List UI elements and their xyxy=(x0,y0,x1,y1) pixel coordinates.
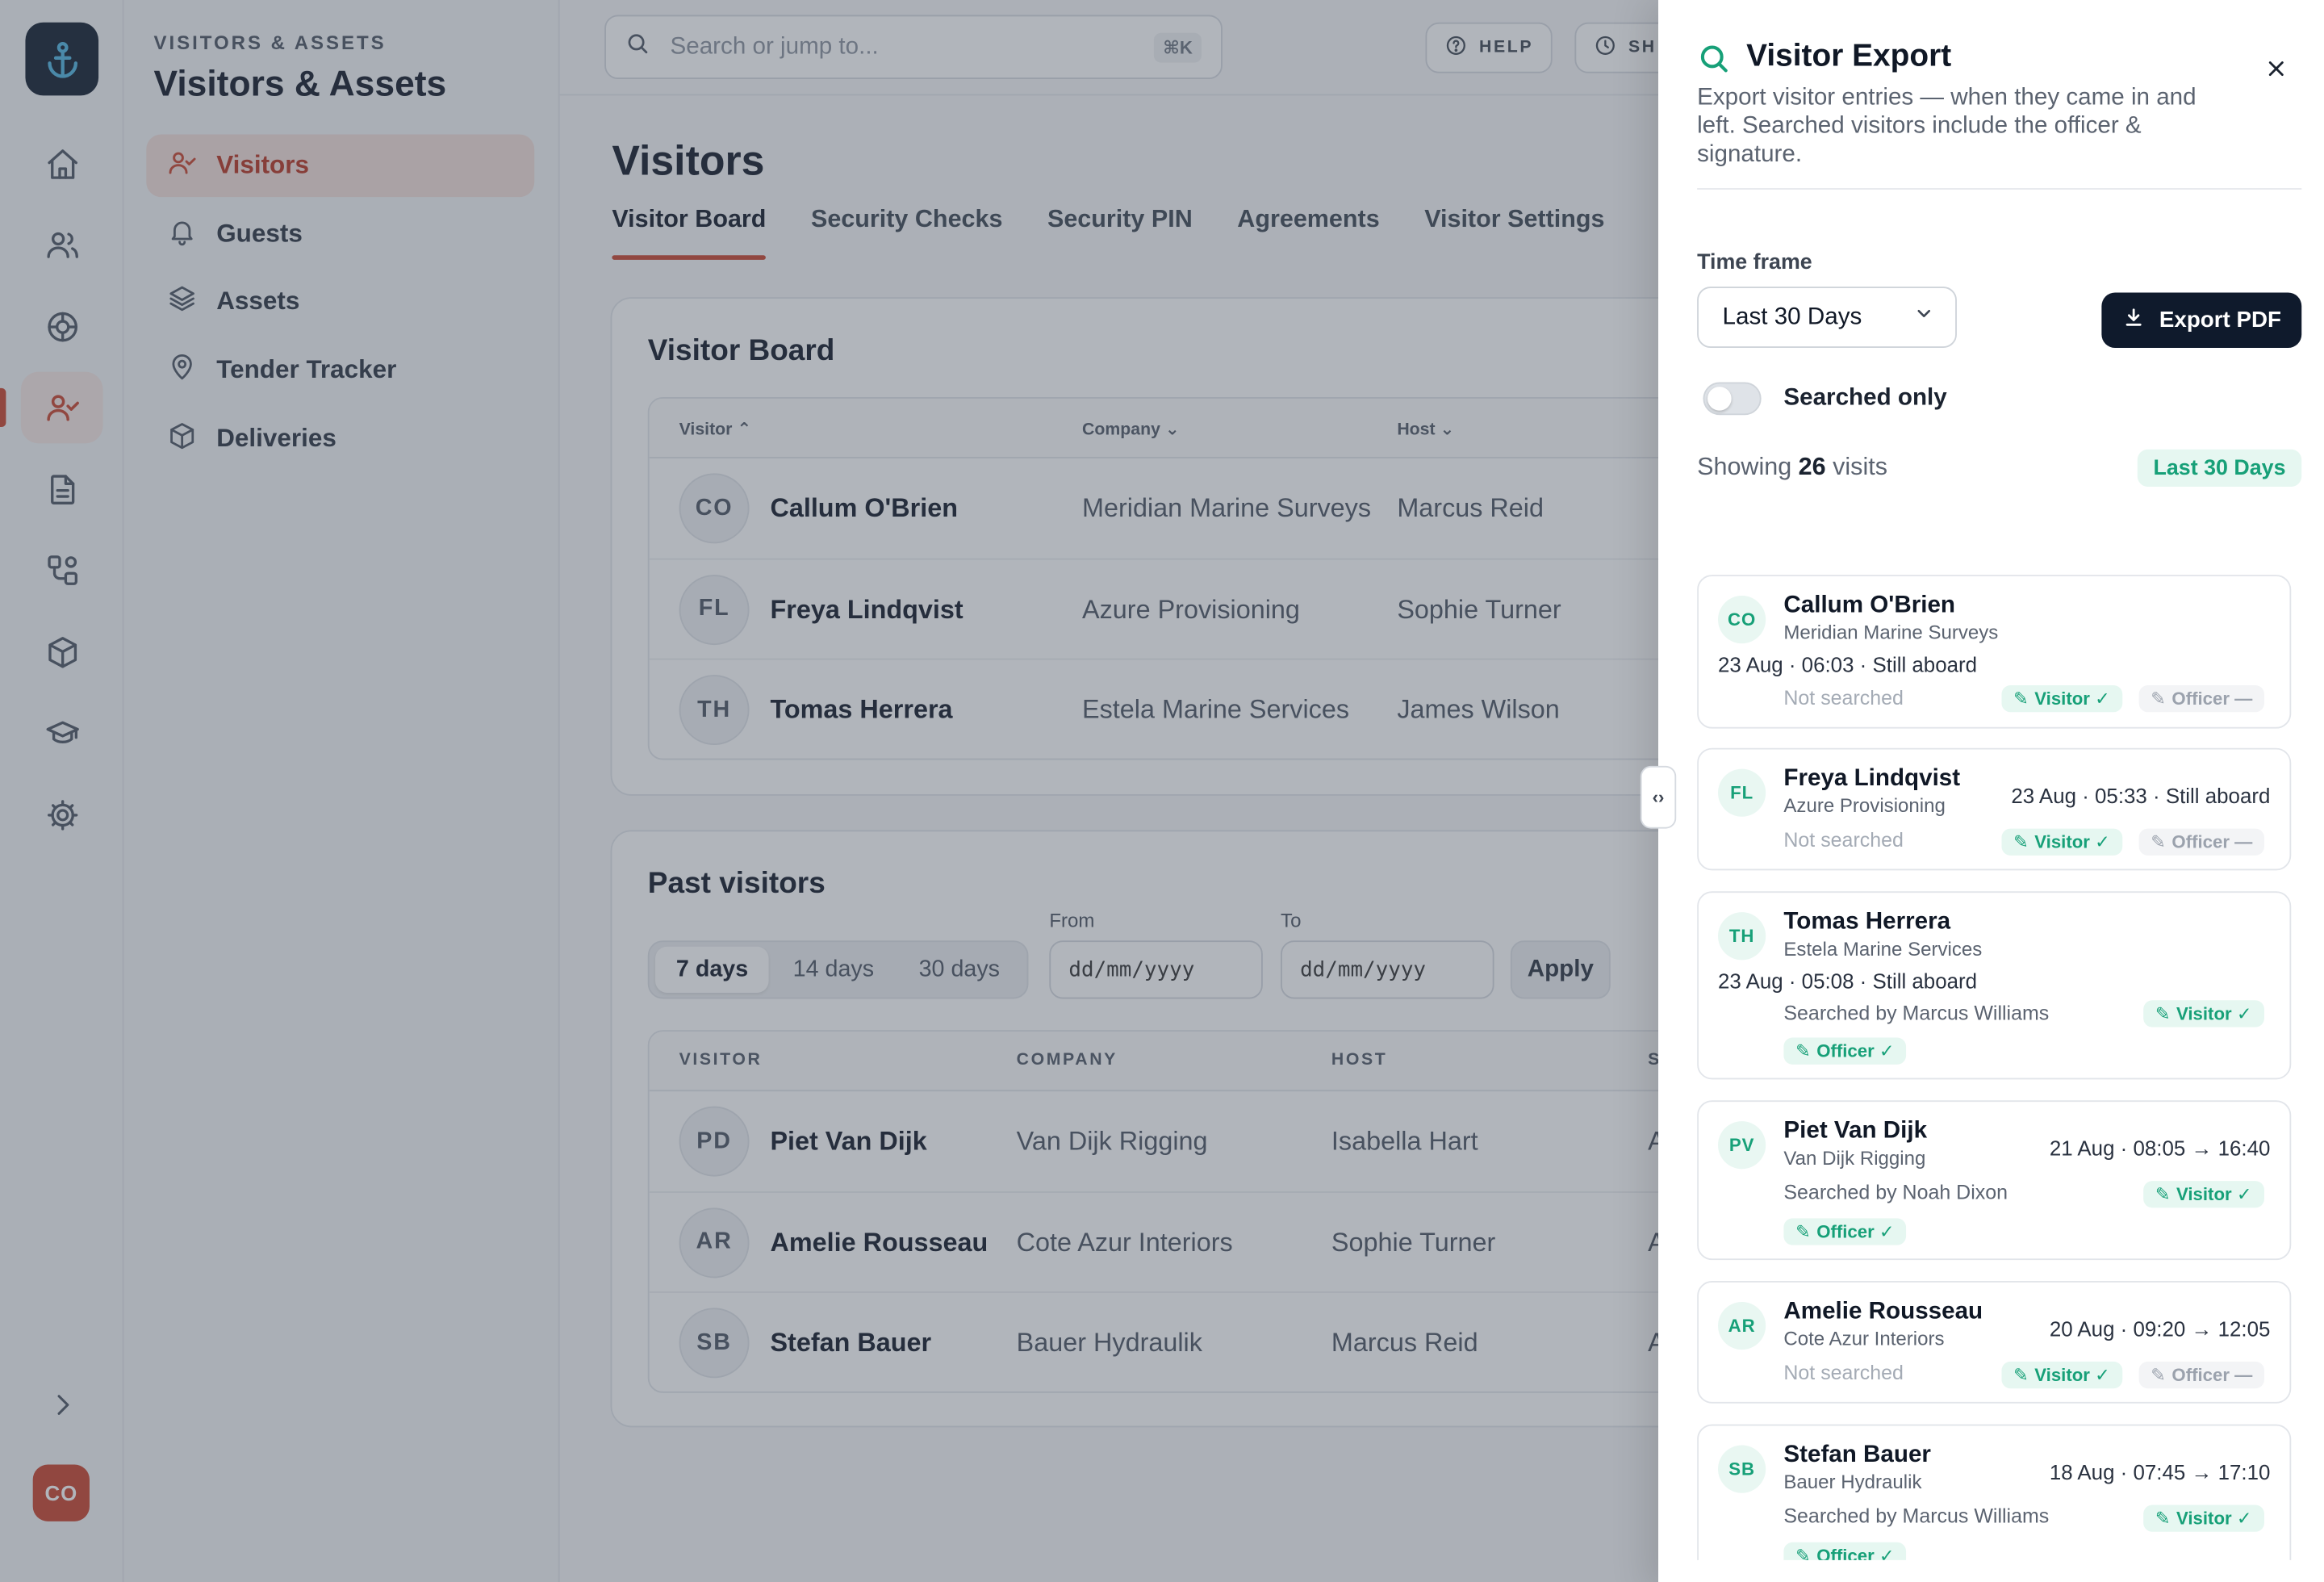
pen-icon: ✎ xyxy=(2151,831,2167,853)
searched-only-label: Searched only xyxy=(1783,385,1947,411)
visit-time: 21 Aug · 08:05 → 16:40 xyxy=(2049,1136,2271,1161)
pen-icon: ✎ xyxy=(2155,1183,2171,1205)
pen-icon: ✎ xyxy=(1795,1221,1811,1242)
modal-backdrop[interactable] xyxy=(0,0,1659,1582)
avatar: PV xyxy=(1718,1121,1766,1170)
divider xyxy=(1697,188,2302,190)
pen-icon: ✎ xyxy=(1795,1040,1811,1062)
download-icon xyxy=(2122,306,2145,334)
officer-pending-badge: ✎ Officer — xyxy=(2138,828,2265,856)
visit-name: Callum O'Brien xyxy=(1783,592,1955,618)
list-item[interactable]: FL Freya Lindqvist Azure Provisioning 23… xyxy=(1697,747,2292,871)
officer-signed-badge: ✎ Officer ✓ xyxy=(1783,1037,1907,1065)
search-status: Not searched xyxy=(1783,828,1904,852)
visit-name: Freya Lindqvist xyxy=(1783,765,1961,792)
avatar: FL xyxy=(1718,768,1766,817)
drawer-title: Visitor Export xyxy=(1746,39,1952,73)
visitor-signed-badge: ✎ Visitor ✓ xyxy=(2001,828,2122,856)
visit-company: Bauer Hydraulik xyxy=(1783,1470,1922,1493)
visit-time: 23 Aug · 05:33 · Still aboard xyxy=(2011,784,2271,808)
list-item[interactable]: CO Callum O'Brien Meridian Marine Survey… xyxy=(1697,575,2292,729)
list-item[interactable]: SB Stefan Bauer Bauer Hydraulik 18 Aug ·… xyxy=(1697,1424,2292,1560)
visit-name: Tomas Herrera xyxy=(1783,909,1951,935)
visit-name: Amelie Rousseau xyxy=(1783,1299,1983,1325)
search-status: Searched by Marcus Williams xyxy=(1783,1002,2050,1024)
visit-time: 18 Aug · 07:45 → 17:10 xyxy=(2049,1460,2271,1484)
visit-time: 23 Aug · 06:03 · Still aboard xyxy=(1718,652,1978,676)
visitor-export-drawer: Visitor Export Export visitor entries — … xyxy=(1658,0,2324,1582)
avatar: SB xyxy=(1718,1445,1766,1493)
search-status: Not searched xyxy=(1783,686,1904,709)
pen-icon: ✎ xyxy=(2013,688,2029,709)
visit-company: Cote Azur Interiors xyxy=(1783,1327,1945,1350)
visit-list: CO Callum O'Brien Meridian Marine Survey… xyxy=(1697,575,2293,1560)
visitor-signed-badge: ✎ Visitor ✓ xyxy=(2143,1505,2264,1532)
drawer-resize-handle[interactable]: ‹› xyxy=(1640,765,1677,829)
time-frame-value: Last 30 Days xyxy=(1722,303,1862,329)
visit-time: 23 Aug · 05:08 · Still aboard xyxy=(1718,969,1978,994)
search-status: Not searched xyxy=(1783,1361,1904,1384)
visit-company: Meridian Marine Surveys xyxy=(1783,621,1999,644)
time-frame-select[interactable]: Last 30 Days xyxy=(1697,287,1957,348)
export-pdf-button[interactable]: Export PDF xyxy=(2101,292,2302,348)
visit-time: 20 Aug · 09:20 → 12:05 xyxy=(2049,1316,2271,1341)
visit-company: Van Dijk Rigging xyxy=(1783,1146,1926,1170)
export-pdf-label: Export PDF xyxy=(2159,308,2281,333)
close-icon[interactable] xyxy=(2259,51,2294,86)
visit-name: Piet Van Dijk xyxy=(1783,1118,1928,1144)
visitor-signed-badge: ✎ Visitor ✓ xyxy=(2001,1361,2122,1389)
pen-icon: ✎ xyxy=(2151,1364,2167,1386)
visitor-signed-badge: ✎ Visitor ✓ xyxy=(2143,1181,2264,1208)
pen-icon: ✎ xyxy=(2013,1364,2029,1386)
search-status: Searched by Noah Dixon xyxy=(1783,1181,2008,1203)
avatar: TH xyxy=(1718,912,1766,960)
list-item[interactable]: AR Amelie Rousseau Cote Azur Interiors 2… xyxy=(1697,1281,2292,1404)
searched-only-toggle[interactable] xyxy=(1703,382,1762,416)
list-item[interactable]: TH Tomas Herrera Estela Marine Services … xyxy=(1697,891,2292,1080)
officer-pending-badge: ✎ Officer — xyxy=(2138,685,2265,713)
chevron-down-icon xyxy=(1913,303,1934,331)
list-item[interactable]: PV Piet Van Dijk Van Dijk Rigging 21 Aug… xyxy=(1697,1100,2292,1261)
visit-name: Stefan Bauer xyxy=(1783,1442,1931,1468)
search-icon xyxy=(1697,42,1730,82)
officer-signed-badge: ✎ Officer ✓ xyxy=(1783,1218,1907,1245)
officer-signed-badge: ✎ Officer ✓ xyxy=(1783,1542,1907,1560)
pen-icon: ✎ xyxy=(2155,1002,2171,1024)
avatar: CO xyxy=(1718,596,1766,644)
visitor-signed-badge: ✎ Visitor ✓ xyxy=(2143,1000,2264,1027)
app-shell: CO VISITORS & ASSETS Visitors & Assets V… xyxy=(0,0,2324,1582)
range-badge: Last 30 Days xyxy=(2137,449,2302,488)
visit-company: Estela Marine Services xyxy=(1783,937,1983,960)
pen-icon: ✎ xyxy=(2155,1508,2171,1530)
pen-icon: ✎ xyxy=(2151,688,2167,709)
pen-icon: ✎ xyxy=(2013,831,2029,853)
visit-company: Azure Provisioning xyxy=(1783,794,1946,817)
avatar: AR xyxy=(1718,1301,1766,1350)
drawer-description: Export visitor entries — when they came … xyxy=(1697,85,2197,168)
officer-pending-badge: ✎ Officer — xyxy=(2138,1361,2265,1389)
visitor-signed-badge: ✎ Visitor ✓ xyxy=(2001,685,2122,713)
showing-count: Showing 26 visits xyxy=(1697,454,1887,481)
search-status: Searched by Marcus Williams xyxy=(1783,1505,2050,1528)
pen-icon: ✎ xyxy=(1795,1545,1811,1560)
time-frame-label: Time frame xyxy=(1697,250,1812,275)
